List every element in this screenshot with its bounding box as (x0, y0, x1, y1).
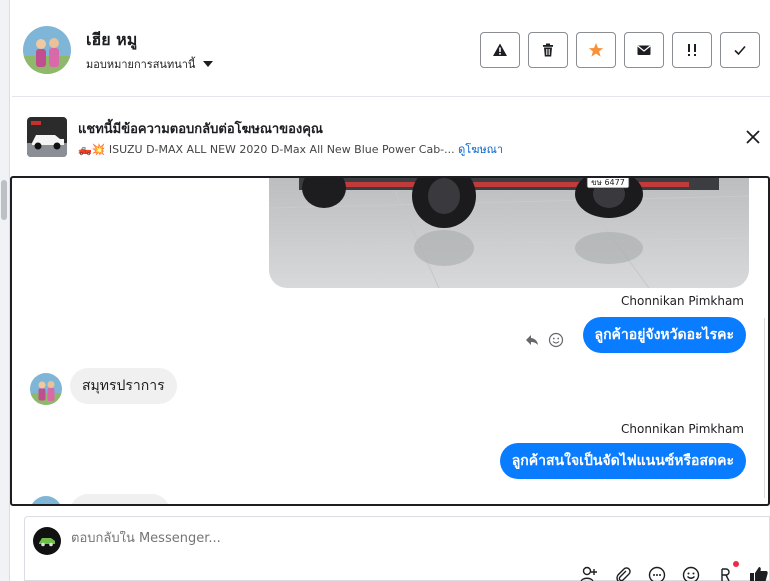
left-scrollbar[interactable] (0, 0, 10, 581)
mark-done-button[interactable] (720, 32, 760, 68)
assign-label: มอบหมายการสนทนานี้ (86, 58, 196, 71)
exclamation-icon (688, 44, 696, 56)
star-icon (588, 43, 604, 57)
incoming-message[interactable]: สมุทรปราการ (70, 368, 177, 404)
reply-icon[interactable] (524, 332, 540, 348)
reply-input[interactable] (71, 531, 471, 546)
thread-scrollbar[interactable] (764, 318, 768, 498)
close-icon (746, 130, 760, 144)
thumbs-up-icon (750, 567, 768, 581)
attach-button[interactable] (613, 565, 633, 581)
delete-button[interactable] (528, 32, 568, 68)
add-person-icon (580, 566, 597, 581)
chat-bubble-icon (648, 566, 666, 581)
message-sender: Chonnikan Pimkham (621, 294, 744, 308)
notification-dot (733, 561, 739, 567)
emoji-react-icon[interactable] (548, 332, 564, 348)
contact-name: เฮีย หมู (86, 30, 138, 49)
trash-icon (543, 43, 553, 57)
currency-icon (721, 568, 730, 581)
license-plate: ขษ 6477 (591, 178, 625, 187)
add-contact-button[interactable] (579, 565, 599, 581)
check-icon (734, 45, 746, 56)
outgoing-message[interactable]: ลูกค้าอยู่จังหวัดอะไรคะ (582, 317, 746, 353)
ad-subtitle-text: ISUZU D-MAX ALL NEW 2020 D-Max All New B… (108, 143, 455, 156)
assign-conversation-dropdown[interactable]: มอบหมายการสนทนานี้ (86, 55, 214, 73)
outgoing-message[interactable]: ลูกค้าสนใจเป็นจัดไฟแนนซ์หรือสดคะ (499, 443, 746, 479)
follow-up-button[interactable] (672, 32, 712, 68)
message-thread[interactable]: ขษ 6477 Chonnikan Pimkham ลูกค้าอยู่จังห… (10, 176, 770, 506)
image-message[interactable]: ขษ 6477 (269, 178, 749, 288)
like-button[interactable] (749, 565, 769, 581)
view-ad-link[interactable]: ดูโฆษณา (458, 143, 503, 156)
smiley-icon (682, 566, 700, 581)
contact-avatar-small[interactable] (30, 373, 62, 405)
star-button[interactable] (576, 32, 616, 68)
incoming-message-partial[interactable] (70, 494, 170, 504)
envelope-icon (637, 45, 651, 55)
ad-banner-title: แชทนี้มีข้อความตอบกลับต่อโฆษณาของคุณ (78, 122, 323, 137)
emoji-button[interactable] (681, 565, 701, 581)
message-hover-actions (524, 332, 564, 348)
scrollbar-thumb[interactable] (1, 180, 7, 220)
close-banner-button[interactable] (742, 126, 764, 148)
mark-unread-button[interactable] (624, 32, 664, 68)
conversation-header: เฮีย หมู มอบหมายการสนทนานี้ (12, 0, 770, 97)
spam-button[interactable] (480, 32, 520, 68)
composer-toolbar (579, 561, 769, 581)
payment-button[interactable] (715, 561, 739, 581)
saved-replies-button[interactable] (647, 565, 667, 581)
chevron-down-icon (203, 61, 214, 67)
ad-thumbnail[interactable] (27, 117, 67, 157)
page-avatar (33, 527, 61, 555)
conversation-actions (480, 32, 760, 68)
ad-banner-subtitle: 🛻💥 ISUZU D-MAX ALL NEW 2020 D-Max All Ne… (78, 140, 503, 158)
ad-reply-banner: แชทนี้มีข้อความตอบกลับต่อโฆษณาของคุณ 🛻💥 … (12, 98, 770, 176)
ad-emoji: 🛻💥 (78, 143, 106, 156)
contact-avatar-small[interactable] (30, 496, 62, 504)
message-composer (24, 516, 770, 581)
warning-icon (493, 43, 507, 56)
inbox-conversation-view: เฮีย หมู มอบหมายการสนทนานี้ แชทนี้มีข้อค… (0, 0, 770, 581)
contact-avatar[interactable] (23, 26, 71, 74)
paperclip-icon (616, 567, 631, 581)
message-sender: Chonnikan Pimkham (621, 422, 744, 436)
